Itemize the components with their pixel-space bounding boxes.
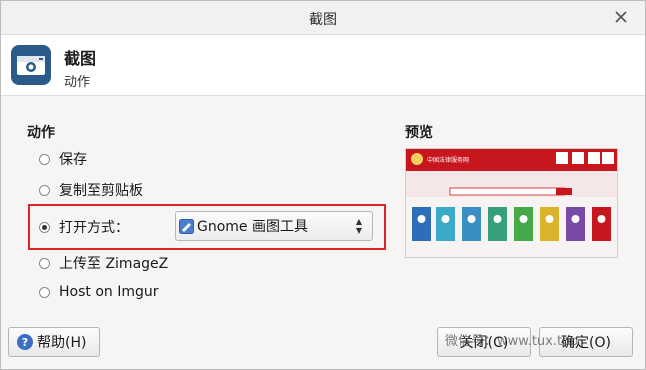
watermark-text: 微信号：www.tux.top: [445, 334, 579, 349]
help-button-label: 帮助(H): [37, 335, 87, 351]
paint-app-icon: [179, 218, 194, 234]
radio-button[interactable]: [39, 286, 50, 298]
preview-site-title: 中国法律服务网: [427, 156, 469, 164]
radio-copy-clipboard[interactable]: 复制至剪贴板: [39, 180, 143, 200]
dialog-header: [1, 35, 645, 96]
updown-arrows-icon: ▲ ▼: [355, 217, 362, 235]
help-button[interactable]: ? 帮助(H): [8, 327, 100, 357]
radio-imgur-label: Host on Imgur: [59, 284, 159, 300]
radio-button[interactable]: [39, 153, 50, 165]
radio-host-imgur[interactable]: Host on Imgur: [39, 282, 159, 302]
window-title: 截图: [309, 12, 337, 28]
radio-open-with-label: 打开方式：: [59, 220, 129, 236]
header-title: 截图: [64, 49, 97, 68]
open-with-value: Gnome 画图工具: [197, 219, 308, 235]
radio-zimagez-label: 上传至 ZimageZ: [59, 256, 169, 272]
radio-copy-label: 复制至剪贴板: [59, 183, 143, 199]
help-icon: ?: [17, 334, 33, 350]
radio-button[interactable]: [39, 184, 50, 196]
screenshot-dialog: 截图 截图 动作 动作 保存 复制至剪贴板 打开方式： Gnome 画图工具 ▲…: [0, 0, 646, 370]
preview-thumbnail: 中国法律服务网: [406, 149, 617, 257]
radio-button-selected[interactable]: [39, 221, 50, 233]
radio-button[interactable]: [39, 257, 50, 269]
actions-section-label: 动作: [27, 125, 55, 141]
radio-save[interactable]: 保存: [39, 149, 87, 169]
camera-icon: [11, 45, 51, 85]
preview-label: 预览: [405, 125, 433, 141]
open-with-select[interactable]: Gnome 画图工具 ▲ ▼: [175, 211, 373, 241]
radio-open-with[interactable]: 打开方式：: [39, 217, 129, 237]
radio-save-label: 保存: [59, 152, 87, 168]
close-icon[interactable]: [611, 7, 631, 27]
title-bar: 截图: [1, 1, 645, 35]
radio-upload-zimagez[interactable]: 上传至 ZimageZ: [39, 253, 168, 273]
svg-text:?: ?: [22, 336, 28, 349]
preview-image: 中国法律服务网: [405, 148, 618, 258]
header-subtitle: 动作: [64, 75, 91, 90]
